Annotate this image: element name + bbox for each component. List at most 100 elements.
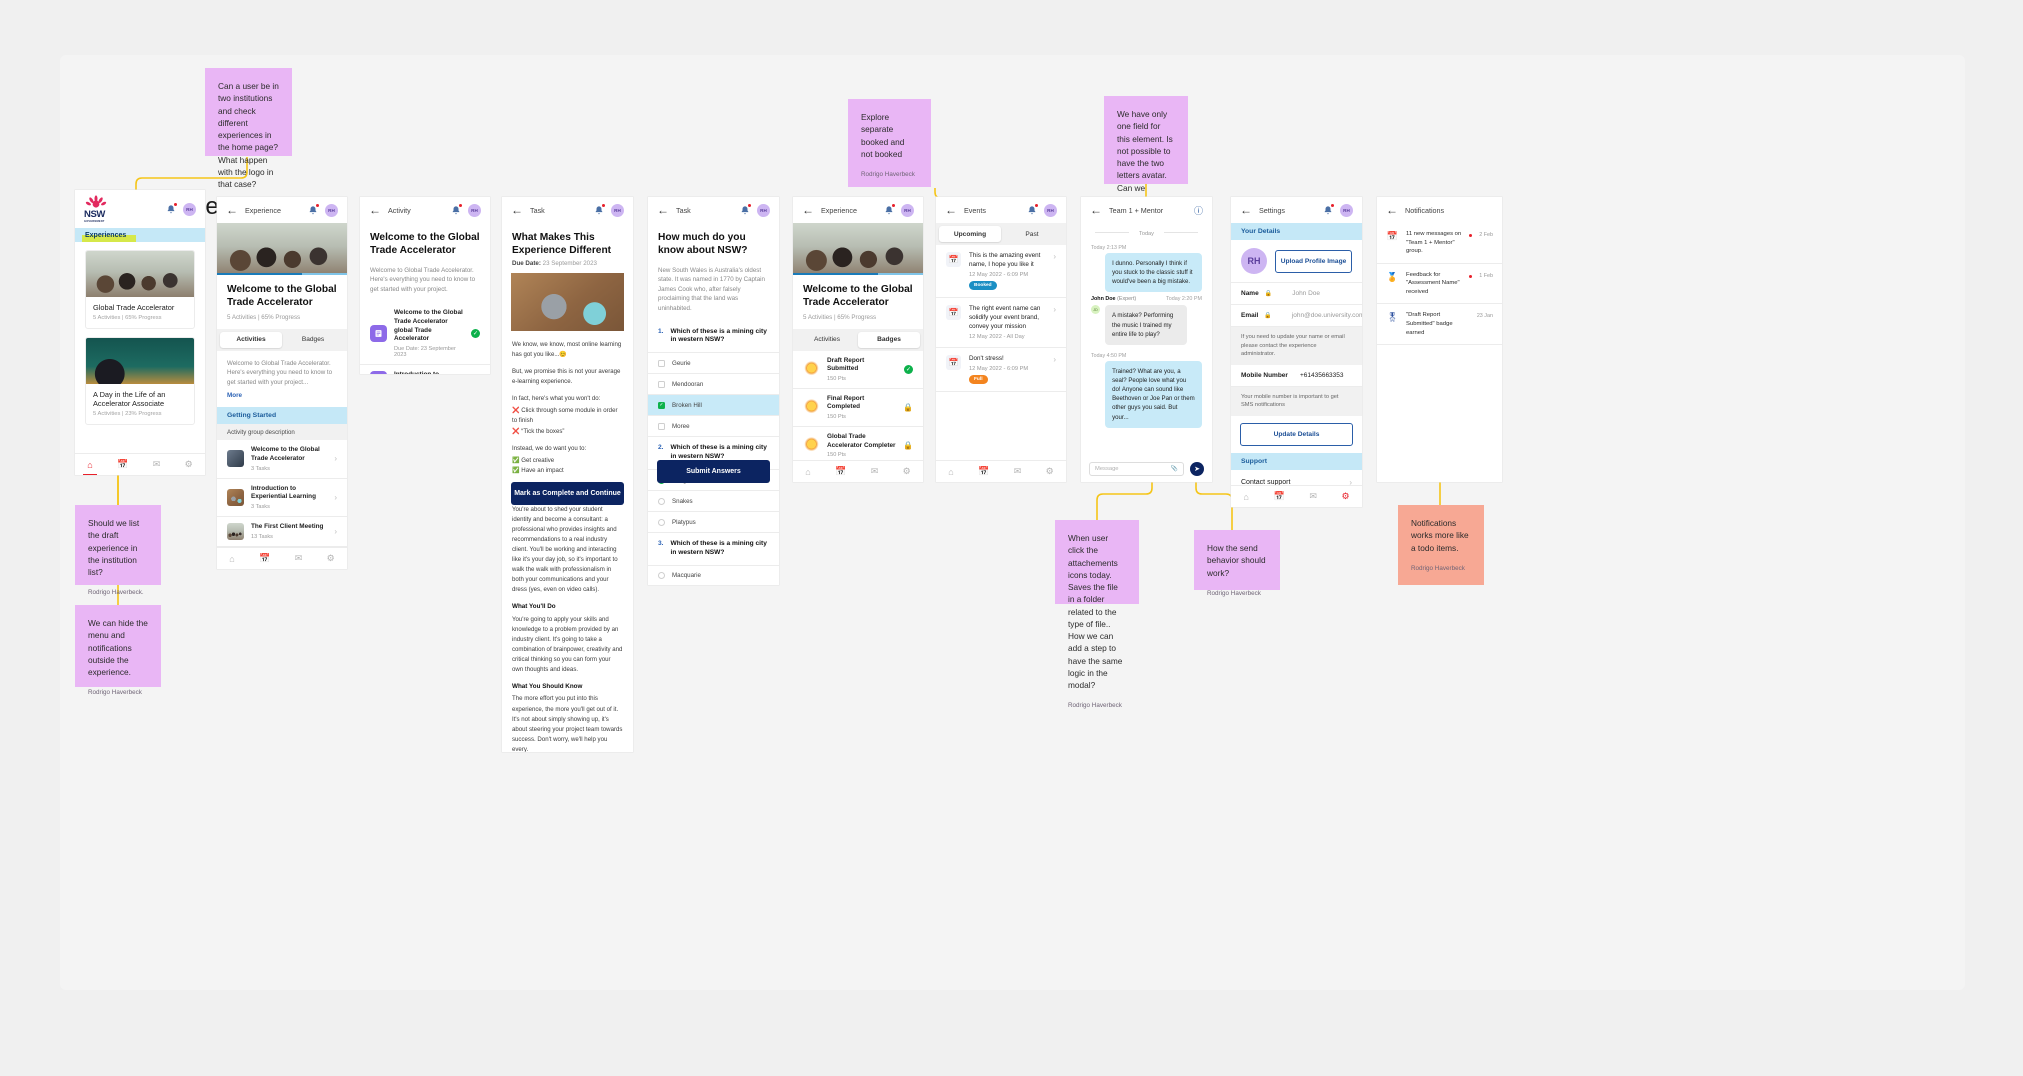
tab-messages[interactable]: ✉ xyxy=(295,553,303,564)
tab-events[interactable]: 📅 xyxy=(973,466,994,482)
send-button[interactable]: ➤ xyxy=(1190,462,1204,476)
tab-settings[interactable]: ⚙ xyxy=(185,459,193,470)
back-arrow-icon[interactable]: ← xyxy=(1386,204,1398,216)
sticky-note-notifications[interactable]: Notifications works more like a todo ite… xyxy=(1398,505,1484,585)
sticky-note-attachments[interactable]: When user click the attachements icons t… xyxy=(1055,520,1139,709)
task-row[interactable]: Introduction to Experiential Learning ✓ xyxy=(360,365,490,374)
tab-messages[interactable]: ✉ xyxy=(1014,466,1022,477)
quiz-option[interactable]: Mendooran xyxy=(648,374,779,396)
info-icon[interactable]: ⓘ xyxy=(1194,204,1203,217)
sticky-note-draft-list[interactable]: Should we list the draft experience in t… xyxy=(75,505,161,596)
tab-settings[interactable]: ⚙ xyxy=(327,553,335,564)
bell-icon[interactable] xyxy=(451,203,462,216)
notification-row[interactable]: 🏅 Feedback for "Assessment Name" receive… xyxy=(1377,264,1502,305)
mobile-row[interactable]: Mobile Number +61435663353 xyxy=(1231,365,1362,387)
avatar[interactable]: RH xyxy=(325,203,338,217)
avatar[interactable]: RH xyxy=(611,203,624,217)
sticky-note-hide-menu[interactable]: We can hide the menu and notifications o… xyxy=(75,605,161,696)
avatar[interactable]: RH xyxy=(901,203,914,217)
upload-profile-image-button[interactable]: Upload Profile Image xyxy=(1275,249,1352,273)
tab-badges[interactable]: Badges xyxy=(858,331,920,348)
avatar[interactable]: RH xyxy=(757,203,770,217)
activity-row[interactable]: Welcome to the Global Trade Accelerator … xyxy=(217,440,347,479)
mark-complete-button[interactable]: Mark as Complete and Continue xyxy=(511,482,624,506)
tab-events[interactable]: 📅 xyxy=(835,466,846,477)
attachment-icon[interactable]: 📎 xyxy=(1171,466,1178,472)
bell-icon[interactable] xyxy=(1323,203,1334,216)
bell-icon[interactable] xyxy=(1027,203,1038,216)
tab-settings[interactable]: ⚙ xyxy=(1046,466,1054,477)
task-row[interactable]: Welcome to the Global Trade Accelerator … xyxy=(360,303,490,365)
tab-events[interactable]: 📅 xyxy=(259,553,270,564)
sticky-note-booked[interactable]: Explore separate booked and not booked R… xyxy=(848,99,931,187)
badge-row[interactable]: Draft Report Submitted 150 Pts ✓ xyxy=(793,351,923,389)
experience-card[interactable]: A Day in the Life of an Accelerator Asso… xyxy=(85,337,195,425)
checkbox[interactable] xyxy=(658,359,665,367)
back-arrow-icon[interactable]: ← xyxy=(369,204,381,216)
notification-row[interactable]: 🎖 "Draft Report Submitted" badge earned … xyxy=(1377,304,1502,346)
sticky-note-send[interactable]: How the send behavior should work? Rodri… xyxy=(1194,530,1280,597)
quiz-option[interactable]: Macquarie xyxy=(648,566,779,585)
tab-messages[interactable]: ✉ xyxy=(871,466,879,477)
tab-settings[interactable]: ⚙ xyxy=(1337,491,1354,507)
notification-row[interactable]: 📅 11 new messages on "Team 1 + Mentor" g… xyxy=(1377,223,1502,264)
bell-icon[interactable] xyxy=(594,203,605,216)
radio[interactable] xyxy=(658,497,665,505)
back-arrow-icon[interactable]: ← xyxy=(945,204,957,216)
tab-home[interactable]: ⌂ xyxy=(229,554,234,564)
radio[interactable] xyxy=(658,518,665,526)
tab-activities[interactable]: Activities xyxy=(220,331,282,348)
tab-home[interactable]: ⌂ xyxy=(82,460,98,475)
tab-activities[interactable]: Activities xyxy=(796,332,858,348)
tab-messages[interactable]: ✉ xyxy=(153,459,161,470)
checkbox[interactable] xyxy=(658,422,665,430)
quiz-option[interactable]: Geurie xyxy=(648,353,779,375)
bell-icon[interactable] xyxy=(308,203,319,216)
tab-messages[interactable]: ✉ xyxy=(1309,491,1317,502)
experience-card[interactable]: Global Trade Accelerator 5 Activities | … xyxy=(85,250,195,329)
tab-home[interactable]: ⌂ xyxy=(1243,492,1248,502)
tab-past[interactable]: Past xyxy=(1001,226,1063,242)
update-details-button[interactable]: Update Details xyxy=(1240,422,1353,446)
tab-events[interactable]: 📅 xyxy=(1273,491,1284,502)
quiz-option[interactable]: Platypus xyxy=(648,512,779,534)
event-row[interactable]: 📅 Don't stress! 12 May 2022 - 6:09 PM Fu… xyxy=(936,348,1066,393)
avatar[interactable]: RH xyxy=(1340,203,1353,217)
back-arrow-icon[interactable]: ← xyxy=(226,204,238,216)
quiz-option[interactable]: Moree xyxy=(648,416,779,438)
screen-home: NSW GOVERNMENT RH Experiences Global Tra… xyxy=(75,190,205,475)
event-row[interactable]: 📅 The right event name can solidify your… xyxy=(936,298,1066,349)
message-input[interactable]: Message 📎 xyxy=(1089,462,1184,476)
back-arrow-icon[interactable]: ← xyxy=(1240,204,1252,216)
checkbox[interactable] xyxy=(658,380,665,388)
back-arrow-icon[interactable]: ← xyxy=(657,204,669,216)
sticky-note-avatar[interactable]: We have only one field for this element.… xyxy=(1104,96,1188,261)
radio[interactable] xyxy=(658,572,665,580)
more-link[interactable]: More xyxy=(217,389,347,407)
checkbox-checked[interactable]: ✓ xyxy=(658,401,665,409)
avatar[interactable]: RH xyxy=(183,202,196,216)
sticky-note-institutions[interactable]: Can a user be in two institutions and ch… xyxy=(205,68,292,208)
quiz-title: How much do you know about NSW? xyxy=(658,232,748,257)
avatar[interactable]: RH xyxy=(468,203,481,217)
tab-badges[interactable]: Badges xyxy=(282,332,344,348)
back-arrow-icon[interactable]: ← xyxy=(511,204,523,216)
tab-settings[interactable]: ⚙ xyxy=(903,466,911,477)
tab-events[interactable]: 📅 xyxy=(117,459,128,470)
activity-row[interactable]: The First Client Meeting 13 Tasks › xyxy=(217,517,347,547)
submit-answers-button[interactable]: Submit Answers xyxy=(657,460,770,483)
back-arrow-icon[interactable]: ← xyxy=(802,204,814,216)
bell-icon[interactable] xyxy=(740,203,751,216)
bell-icon[interactable] xyxy=(166,202,177,215)
tab-upcoming[interactable]: Upcoming xyxy=(939,226,1001,242)
badge-row[interactable]: Final Report Completed 150 Pts 🔒 xyxy=(793,389,923,428)
tab-home[interactable]: ⌂ xyxy=(948,467,953,477)
activity-row[interactable]: Introduction to Experiential Learning 3 … xyxy=(217,479,347,517)
tab-home[interactable]: ⌂ xyxy=(805,467,810,477)
avatar[interactable]: RH xyxy=(1044,203,1057,217)
quiz-option[interactable]: Snakes xyxy=(648,491,779,513)
bell-icon[interactable] xyxy=(884,203,895,216)
back-arrow-icon[interactable]: ← xyxy=(1090,204,1102,216)
event-row[interactable]: 📅 This is the amazing event name, I hope… xyxy=(936,245,1066,299)
quiz-option-selected[interactable]: ✓ Broken Hill xyxy=(648,395,779,417)
